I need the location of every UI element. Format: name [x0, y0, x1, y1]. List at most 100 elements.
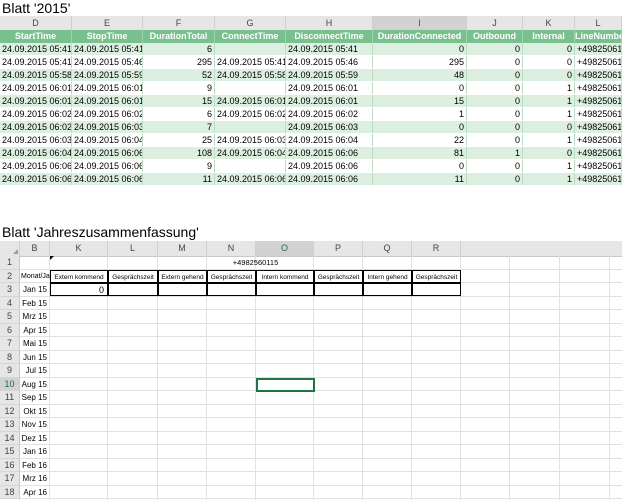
- column-header-e[interactable]: E: [72, 16, 143, 30]
- table-cell[interactable]: +4982506123: [575, 69, 622, 81]
- table-cell[interactable]: 1: [467, 147, 523, 159]
- summary-value-cell[interactable]: 0: [50, 283, 108, 296]
- table-cell[interactable]: 295: [373, 56, 467, 68]
- table-cell[interactable]: 0: [467, 121, 523, 133]
- table-cell[interactable]: 24.09.2015 06:02: [72, 108, 143, 120]
- row-header-5[interactable]: 5: [0, 310, 20, 324]
- table-cell[interactable]: 0: [373, 43, 467, 55]
- table-cell[interactable]: 7: [143, 121, 215, 133]
- table-cell[interactable]: 25: [143, 134, 215, 146]
- summary-value-cell[interactable]: [207, 283, 256, 296]
- field-header-cell[interactable]: Internal: [523, 30, 575, 43]
- column-header-j[interactable]: J: [467, 16, 523, 30]
- table-cell[interactable]: 24.09.2015 06:01: [286, 82, 373, 94]
- table-cell[interactable]: 0: [467, 69, 523, 81]
- table-cell[interactable]: 24.09.2015 06:01: [0, 82, 72, 94]
- table-cell[interactable]: 15: [143, 95, 215, 107]
- row-header-12[interactable]: 12: [0, 404, 20, 418]
- table-cell[interactable]: 24.09.2015 06:04: [215, 147, 286, 159]
- table-cell[interactable]: 9: [143, 82, 215, 94]
- table-cell[interactable]: 24.09.2015 05:46: [72, 56, 143, 68]
- table-cell[interactable]: 0: [523, 147, 575, 159]
- summary-value-cell[interactable]: [256, 283, 314, 296]
- row-header-16[interactable]: 16: [0, 458, 20, 472]
- table-cell[interactable]: 0: [373, 82, 467, 94]
- month-cell[interactable]: Feb 16: [20, 459, 50, 473]
- table-cell[interactable]: +4982506126: [575, 134, 622, 146]
- table-cell[interactable]: 24.09.2015 05:58: [0, 69, 72, 81]
- month-cell[interactable]: Mrz 15: [20, 310, 50, 324]
- summary-value-cell[interactable]: [158, 283, 207, 296]
- column-header-i[interactable]: I: [373, 16, 467, 30]
- table-cell[interactable]: [215, 121, 286, 133]
- column-header-k[interactable]: K: [523, 16, 575, 30]
- table-cell[interactable]: 0: [523, 56, 575, 68]
- month-cell[interactable]: Apr 15: [20, 324, 50, 338]
- field-header-cell[interactable]: StartTime: [0, 30, 72, 43]
- table-cell[interactable]: 24.09.2015 06:01: [72, 95, 143, 107]
- column-header-n[interactable]: N: [207, 241, 256, 256]
- table-cell[interactable]: +4982506127: [575, 147, 622, 159]
- table-cell[interactable]: 24.09.2015 06:06: [0, 160, 72, 172]
- table-cell[interactable]: 24.09.2015 06:03: [215, 134, 286, 146]
- summary-value-cell[interactable]: [108, 283, 158, 296]
- table-cell[interactable]: 48: [373, 69, 467, 81]
- table-cell[interactable]: 11: [143, 173, 215, 185]
- summary-header-cell[interactable]: Gesprächszeit: [207, 269, 256, 283]
- row-header-15[interactable]: 15: [0, 445, 20, 459]
- table-cell[interactable]: 6: [143, 43, 215, 55]
- table-cell[interactable]: 295: [143, 56, 215, 68]
- month-cell[interactable]: Mrz 16: [20, 472, 50, 486]
- month-cell[interactable]: Nov 15: [20, 418, 50, 432]
- table-cell[interactable]: +4982506123: [575, 56, 622, 68]
- table-cell[interactable]: 1: [523, 95, 575, 107]
- column-header-g[interactable]: G: [215, 16, 286, 30]
- table-cell[interactable]: 24.09.2015 05:41: [0, 43, 72, 55]
- table-cell[interactable]: 11: [373, 173, 467, 185]
- table-cell[interactable]: 24.09.2015 06:02: [0, 121, 72, 133]
- field-header-cell[interactable]: LineNumber: [575, 30, 622, 43]
- month-cell[interactable]: Jun 15: [20, 351, 50, 365]
- table-cell[interactable]: 24.09.2015 06:01: [0, 95, 72, 107]
- table-cell[interactable]: 1: [523, 82, 575, 94]
- table-cell[interactable]: 81: [373, 147, 467, 159]
- table-cell[interactable]: 24.09.2015 06:02: [215, 108, 286, 120]
- field-header-cell[interactable]: Outbound: [467, 30, 523, 43]
- row-header-11[interactable]: 11: [0, 391, 20, 405]
- table-cell[interactable]: 52: [143, 69, 215, 81]
- table-cell[interactable]: +4982506123: [575, 121, 622, 133]
- table-cell[interactable]: 24.09.2015 05:46: [286, 56, 373, 68]
- column-header-b[interactable]: B: [20, 241, 50, 256]
- month-cell[interactable]: Dez 15: [20, 432, 50, 446]
- table-cell[interactable]: 9: [143, 160, 215, 172]
- table-cell[interactable]: 24.09.2015 06:02: [286, 108, 373, 120]
- field-header-cell[interactable]: DurationTotal: [143, 30, 215, 43]
- table-cell[interactable]: 0: [523, 121, 575, 133]
- month-cell[interactable]: Jan 15: [20, 283, 50, 297]
- field-header-cell[interactable]: StopTime: [72, 30, 143, 43]
- month-cell[interactable]: Okt 15: [20, 405, 50, 419]
- row-header-13[interactable]: 13: [0, 418, 20, 432]
- table-cell[interactable]: +4982506122: [575, 160, 622, 172]
- column-header-l[interactable]: L: [575, 16, 622, 30]
- table-cell[interactable]: 0: [467, 108, 523, 120]
- table-cell[interactable]: +4982506115: [575, 43, 622, 55]
- summary-header-cell[interactable]: Gesprächszeit: [412, 269, 461, 283]
- table-cell[interactable]: 6: [143, 108, 215, 120]
- column-header-l[interactable]: L: [108, 241, 158, 256]
- column-header-h[interactable]: H: [286, 16, 373, 30]
- table-cell[interactable]: 24.09.2015 06:06: [72, 147, 143, 159]
- table-cell[interactable]: 24.09.2015 06:03: [72, 121, 143, 133]
- column-header-q[interactable]: Q: [363, 241, 412, 256]
- table-cell[interactable]: 24.09.2015 05:41: [286, 43, 373, 55]
- month-cell[interactable]: Mai 15: [20, 337, 50, 351]
- row-header-4[interactable]: 4: [0, 296, 20, 310]
- column-header-d[interactable]: D: [0, 16, 72, 30]
- month-cell[interactable]: Feb 15: [20, 297, 50, 311]
- table-cell[interactable]: 1: [523, 160, 575, 172]
- table-cell[interactable]: +4982506128: [575, 108, 622, 120]
- summary-value-cell[interactable]: [314, 283, 363, 296]
- row-header-6[interactable]: 6: [0, 323, 20, 337]
- summary-header-cell[interactable]: Gesprächszeit: [108, 269, 158, 283]
- column-header-r[interactable]: R: [412, 241, 461, 256]
